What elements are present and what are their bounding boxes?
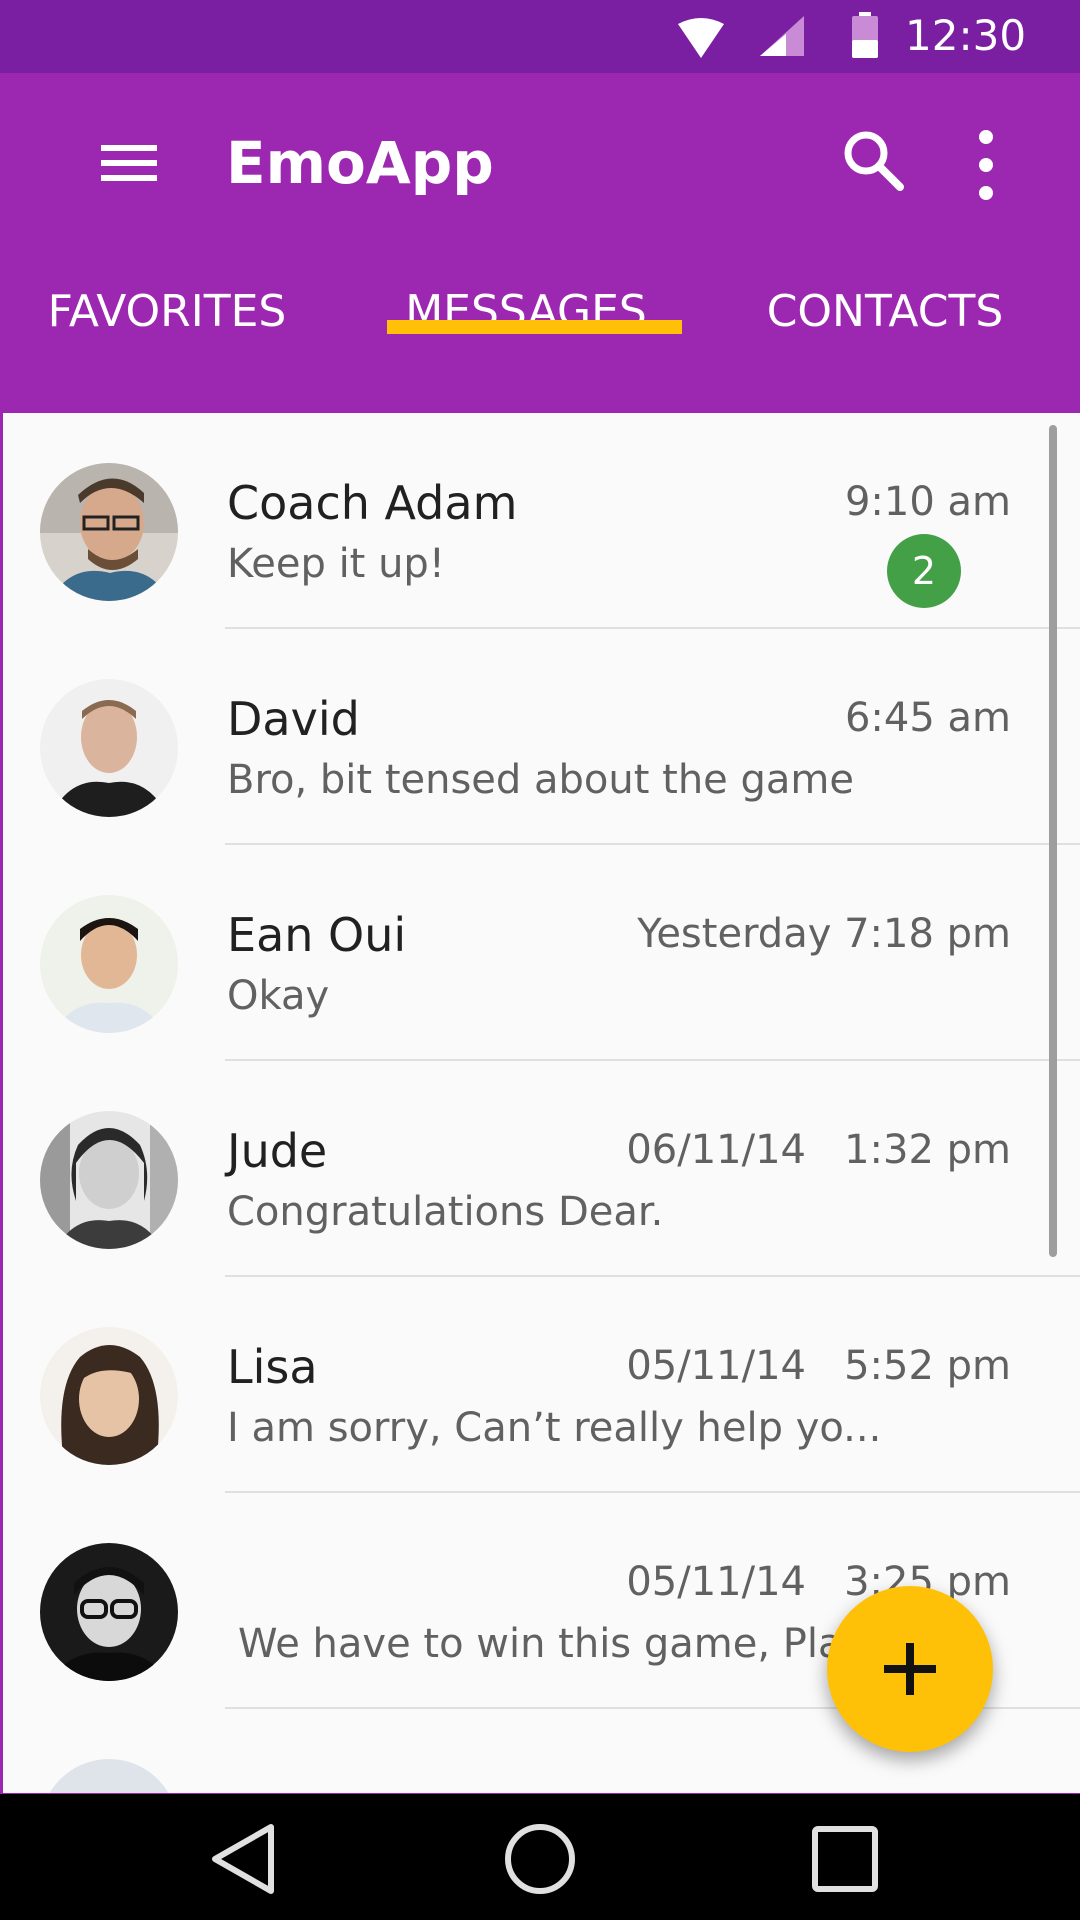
- more-vert-icon[interactable]: [960, 125, 1012, 205]
- home-icon[interactable]: [500, 1819, 580, 1899]
- tab-indicator: [387, 320, 682, 334]
- contact-name: Ean Oui: [227, 908, 407, 962]
- avatar: [40, 1327, 178, 1465]
- message-preview: We have to win this game, Pla...: [238, 1621, 881, 1667]
- contact-name: Jude: [227, 1124, 328, 1178]
- message-preview: Keep it up!: [227, 541, 445, 587]
- wifi-icon: [678, 18, 724, 58]
- new-message-fab[interactable]: [827, 1586, 993, 1752]
- message-preview: Congratulations Dear.: [227, 1189, 664, 1235]
- search-icon[interactable]: [838, 125, 908, 195]
- avatar: [40, 1759, 178, 1793]
- conversation-row[interactable]: Jude 06/11/14 1:32 pm Congratulations De…: [3, 1061, 1080, 1277]
- conversation-row[interactable]: David 6:45 am Bro, bit tensed about the …: [3, 629, 1080, 845]
- conversation-row[interactable]: Coach Adam 9:10 am Keep it up! 2: [3, 413, 1080, 629]
- conversation-row[interactable]: Lisa 05/11/14 5:52 pm I am sorry, Can’t …: [3, 1277, 1080, 1493]
- message-time: 9:10 am: [844, 479, 1011, 525]
- unread-badge: 2: [887, 534, 961, 608]
- back-icon[interactable]: [205, 1819, 285, 1899]
- status-time: 12:30: [905, 11, 1027, 60]
- conversation-row[interactable]: Ean Oui Yesterday 7:18 pm Okay: [3, 845, 1080, 1061]
- contact-name: Coach Adam: [227, 476, 518, 530]
- contact-name: David: [227, 692, 360, 746]
- menu-icon[interactable]: [95, 133, 165, 193]
- message-preview: I am sorry, Can’t really help yo...: [227, 1405, 882, 1451]
- status-bar: 12:30: [0, 0, 1080, 73]
- system-nav-bar: [0, 1794, 1080, 1920]
- app-bar: EmoApp FAVORITES MESSAGES CONTACTS: [0, 73, 1080, 413]
- avatar: [40, 679, 178, 817]
- avatar: [40, 895, 178, 1033]
- signal-icon: [760, 16, 804, 56]
- screen: 12:30 EmoApp FAVORITES MESSAGES CONTACTS: [0, 0, 1080, 1920]
- avatar: [40, 1543, 178, 1681]
- message-time: 05/11/14 5:52 pm: [626, 1343, 1011, 1389]
- app-title: EmoApp: [226, 129, 494, 197]
- message-time: Yesterday 7:18 pm: [637, 911, 1011, 957]
- message-time: 06/11/14 1:32 pm: [626, 1127, 1011, 1173]
- recents-icon[interactable]: [805, 1819, 885, 1899]
- avatar: [40, 463, 178, 601]
- scrollbar[interactable]: [1049, 425, 1057, 1257]
- tab-favorites[interactable]: FAVORITES: [30, 281, 304, 343]
- message-time: 6:45 am: [844, 695, 1011, 741]
- tab-contacts[interactable]: CONTACTS: [760, 281, 1010, 343]
- message-preview: Bro, bit tensed about the game: [227, 757, 854, 803]
- avatar: [40, 1111, 178, 1249]
- add-icon: [884, 1643, 936, 1695]
- battery-icon: [852, 12, 878, 58]
- contact-name: Lisa: [227, 1340, 318, 1394]
- message-preview: Okay: [227, 973, 330, 1019]
